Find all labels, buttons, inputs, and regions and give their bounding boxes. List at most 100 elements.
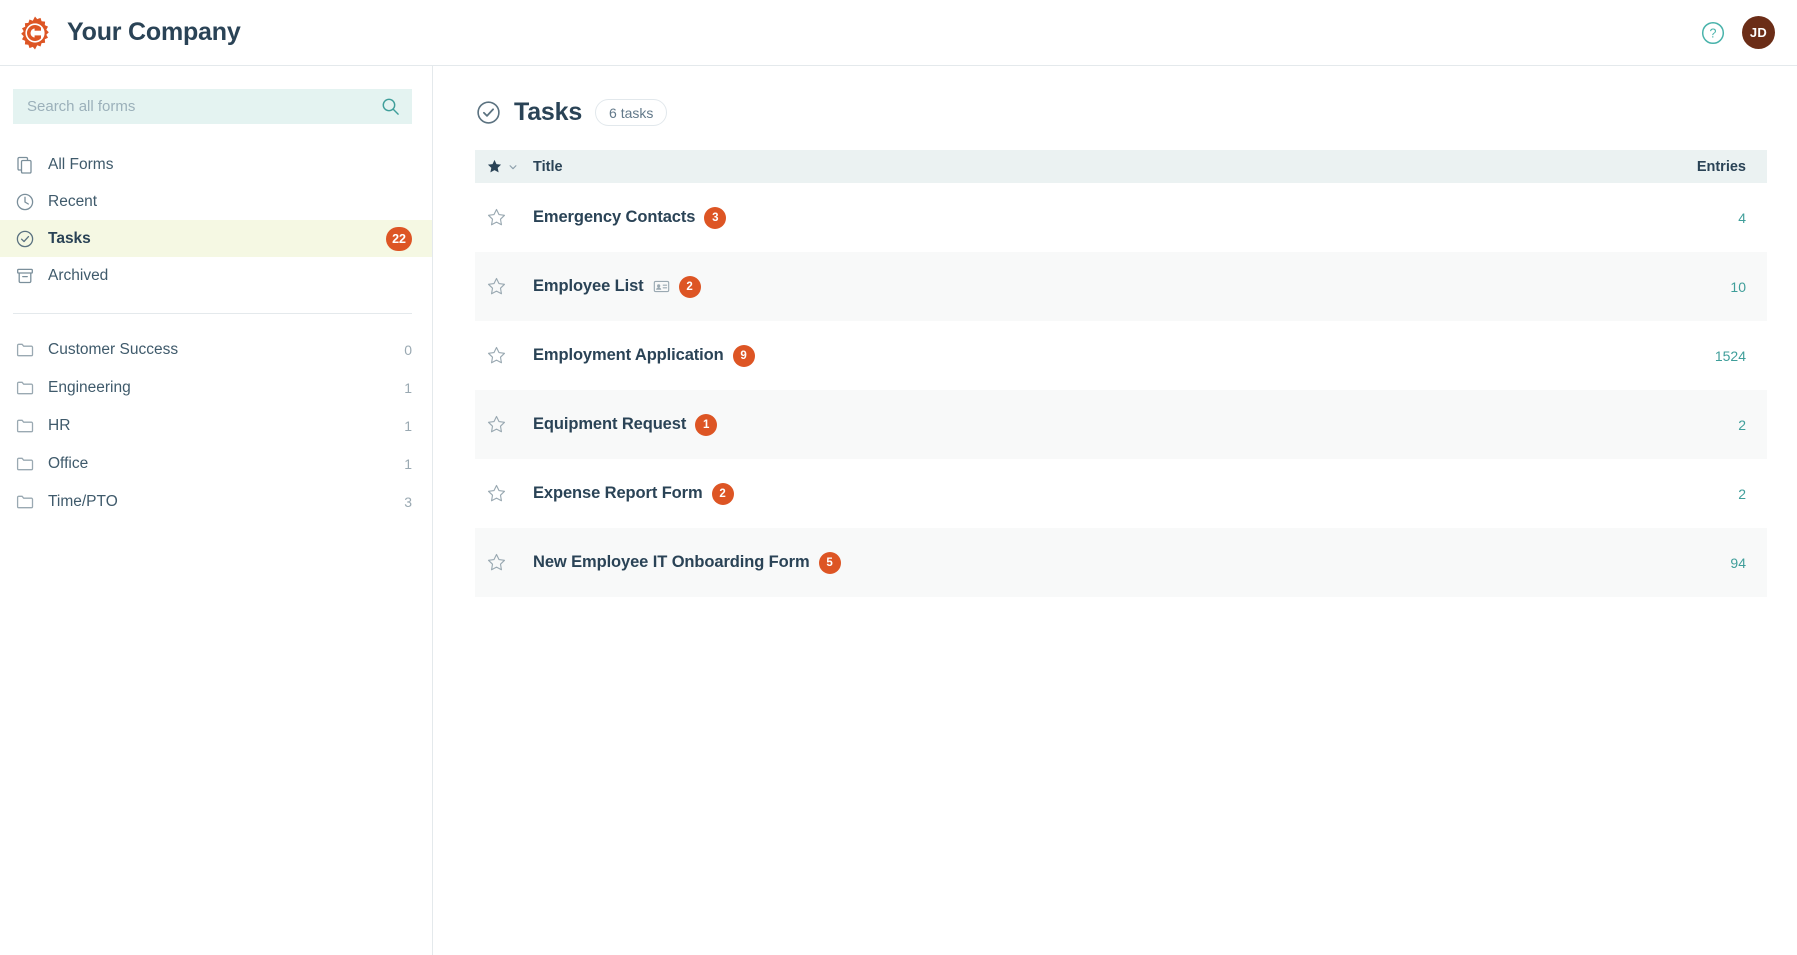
star-outline-icon bbox=[487, 346, 506, 364]
search-icon[interactable] bbox=[381, 97, 400, 116]
sidebar-item-label: All Forms bbox=[48, 155, 114, 173]
folder-icon bbox=[16, 419, 34, 433]
archive-icon bbox=[17, 268, 33, 283]
star-outline-icon bbox=[487, 415, 506, 433]
sidebar-folder-engineering[interactable]: Engineering 1 bbox=[0, 369, 432, 407]
sidebar-folder-count: 1 bbox=[404, 418, 412, 434]
search-box[interactable] bbox=[13, 89, 412, 124]
sidebar-folder-office[interactable]: Office 1 bbox=[0, 445, 432, 483]
favorite-star-toggle[interactable] bbox=[475, 277, 533, 296]
row-task-badge: 5 bbox=[818, 551, 841, 574]
form-title-link[interactable]: New Employee IT Onboarding Form bbox=[533, 553, 810, 572]
row-title-cell: Employment Application 9 bbox=[533, 344, 1627, 367]
sidebar-folder-customer-success[interactable]: Customer Success 0 bbox=[0, 331, 432, 369]
sidebar-item-archived[interactable]: Archived bbox=[0, 257, 432, 294]
chevron-down-icon bbox=[509, 164, 517, 169]
column-header-title[interactable]: Title bbox=[533, 159, 1627, 175]
row-title-cell: Equipment Request 1 bbox=[533, 413, 1627, 436]
gear-c-logo-icon bbox=[21, 16, 49, 49]
folder-icon bbox=[16, 495, 34, 509]
sidebar-folder-label: HR bbox=[48, 417, 71, 434]
avatar[interactable]: JD bbox=[1742, 16, 1775, 49]
brand[interactable]: Your Company bbox=[0, 15, 241, 51]
id-card-icon bbox=[653, 280, 669, 293]
row-task-badge: 2 bbox=[678, 275, 701, 298]
form-title-link[interactable]: Emergency Contacts bbox=[533, 208, 695, 227]
row-task-badge: 1 bbox=[695, 413, 718, 436]
sidebar-item-all-forms[interactable]: All Forms bbox=[0, 146, 432, 183]
sidebar-folder-label: Time/PTO bbox=[48, 493, 118, 510]
row-task-badge: 9 bbox=[732, 344, 755, 367]
star-outline-icon bbox=[487, 208, 506, 226]
favorite-star-toggle[interactable] bbox=[475, 346, 533, 365]
search-input[interactable] bbox=[13, 89, 412, 124]
sidebar-item-label: Recent bbox=[48, 192, 98, 210]
table-row[interactable]: Employment Application 9 1524 bbox=[475, 321, 1767, 390]
favorite-star-toggle[interactable] bbox=[475, 484, 533, 503]
star-outline-icon bbox=[487, 277, 506, 295]
page-title: Tasks bbox=[514, 98, 583, 126]
main-content: Tasks 6 tasks Title Entries Emergency Co… bbox=[434, 66, 1797, 955]
table-row[interactable]: Equipment Request 1 2 bbox=[475, 390, 1767, 459]
sidebar-item-label: Tasks bbox=[48, 229, 91, 247]
sidebar-folder-label: Engineering bbox=[48, 379, 131, 396]
sidebar-folder-count: 0 bbox=[404, 342, 412, 358]
top-bar-actions: ? JD bbox=[1701, 16, 1797, 49]
tasks-table: Title Entries Emergency Contacts 3 4 Emp… bbox=[475, 150, 1767, 597]
entries-link[interactable]: 1524 bbox=[1627, 348, 1767, 364]
row-title-cell: Employee List 2 bbox=[533, 275, 1627, 298]
table-row[interactable]: New Employee IT Onboarding Form 5 94 bbox=[475, 528, 1767, 597]
sidebar-item-tasks[interactable]: Tasks 22 bbox=[0, 220, 432, 257]
clock-icon bbox=[16, 193, 34, 210]
form-title-link[interactable]: Employee List bbox=[533, 277, 644, 296]
sidebar-folder-hr[interactable]: HR 1 bbox=[0, 407, 432, 445]
sidebar: All Forms Recent Tasks 22 Archived bbox=[0, 66, 433, 955]
star-outline-icon bbox=[487, 484, 506, 502]
row-title-cell: New Employee IT Onboarding Form 5 bbox=[533, 551, 1627, 574]
row-title-cell: Expense Report Form 2 bbox=[533, 482, 1627, 505]
sidebar-folder-label: Office bbox=[48, 455, 89, 472]
copy-icon bbox=[17, 156, 32, 174]
entries-link[interactable]: 2 bbox=[1627, 486, 1767, 502]
folder-icon bbox=[16, 343, 34, 357]
sidebar-item-label: Archived bbox=[48, 266, 109, 284]
sidebar-folder-time-pto[interactable]: Time/PTO 3 bbox=[0, 483, 432, 521]
column-header-entries[interactable]: Entries bbox=[1627, 159, 1767, 175]
form-title-link[interactable]: Expense Report Form bbox=[533, 484, 703, 503]
row-title-cell: Emergency Contacts 3 bbox=[533, 206, 1627, 229]
favorite-star-toggle[interactable] bbox=[475, 415, 533, 434]
form-title-link[interactable]: Employment Application bbox=[533, 346, 724, 365]
table-row[interactable]: Expense Report Form 2 2 bbox=[475, 459, 1767, 528]
entries-link[interactable]: 10 bbox=[1627, 279, 1767, 295]
sidebar-folders: Customer Success 0 Engineering 1 HR 1 Of… bbox=[0, 331, 432, 521]
question-circle-icon[interactable]: ? bbox=[1701, 21, 1725, 45]
check-circle-icon bbox=[16, 230, 34, 247]
favorite-star-toggle[interactable] bbox=[475, 553, 533, 572]
form-title-link[interactable]: Equipment Request bbox=[533, 415, 686, 434]
check-circle-icon bbox=[477, 101, 500, 124]
star-sort-icon bbox=[487, 159, 502, 173]
sidebar-divider bbox=[13, 313, 412, 314]
folder-icon bbox=[16, 457, 34, 471]
sidebar-folder-label: Customer Success bbox=[48, 341, 179, 358]
row-task-badge: 2 bbox=[711, 482, 734, 505]
table-row[interactable]: Employee List 2 10 bbox=[475, 252, 1767, 321]
row-task-badge: 3 bbox=[704, 206, 727, 229]
svg-text:?: ? bbox=[1710, 26, 1717, 40]
page-header: Tasks 6 tasks bbox=[434, 66, 1797, 127]
sidebar-nav: All Forms Recent Tasks 22 Archived bbox=[0, 146, 432, 294]
sidebar-folder-count: 1 bbox=[404, 380, 412, 396]
favorite-star-toggle[interactable] bbox=[475, 208, 533, 227]
entries-link[interactable]: 94 bbox=[1627, 555, 1767, 571]
table-row[interactable]: Emergency Contacts 3 4 bbox=[475, 183, 1767, 252]
folder-icon bbox=[16, 381, 34, 395]
sidebar-item-recent[interactable]: Recent bbox=[0, 183, 432, 220]
table-header-row: Title Entries bbox=[475, 150, 1767, 183]
top-bar: Your Company ? JD bbox=[0, 0, 1797, 66]
star-outline-icon bbox=[487, 553, 506, 571]
entries-link[interactable]: 4 bbox=[1627, 210, 1767, 226]
brand-title: Your Company bbox=[67, 18, 241, 46]
sort-by-star-button[interactable] bbox=[475, 159, 533, 174]
sidebar-folder-count: 1 bbox=[404, 456, 412, 472]
entries-link[interactable]: 2 bbox=[1627, 417, 1767, 433]
